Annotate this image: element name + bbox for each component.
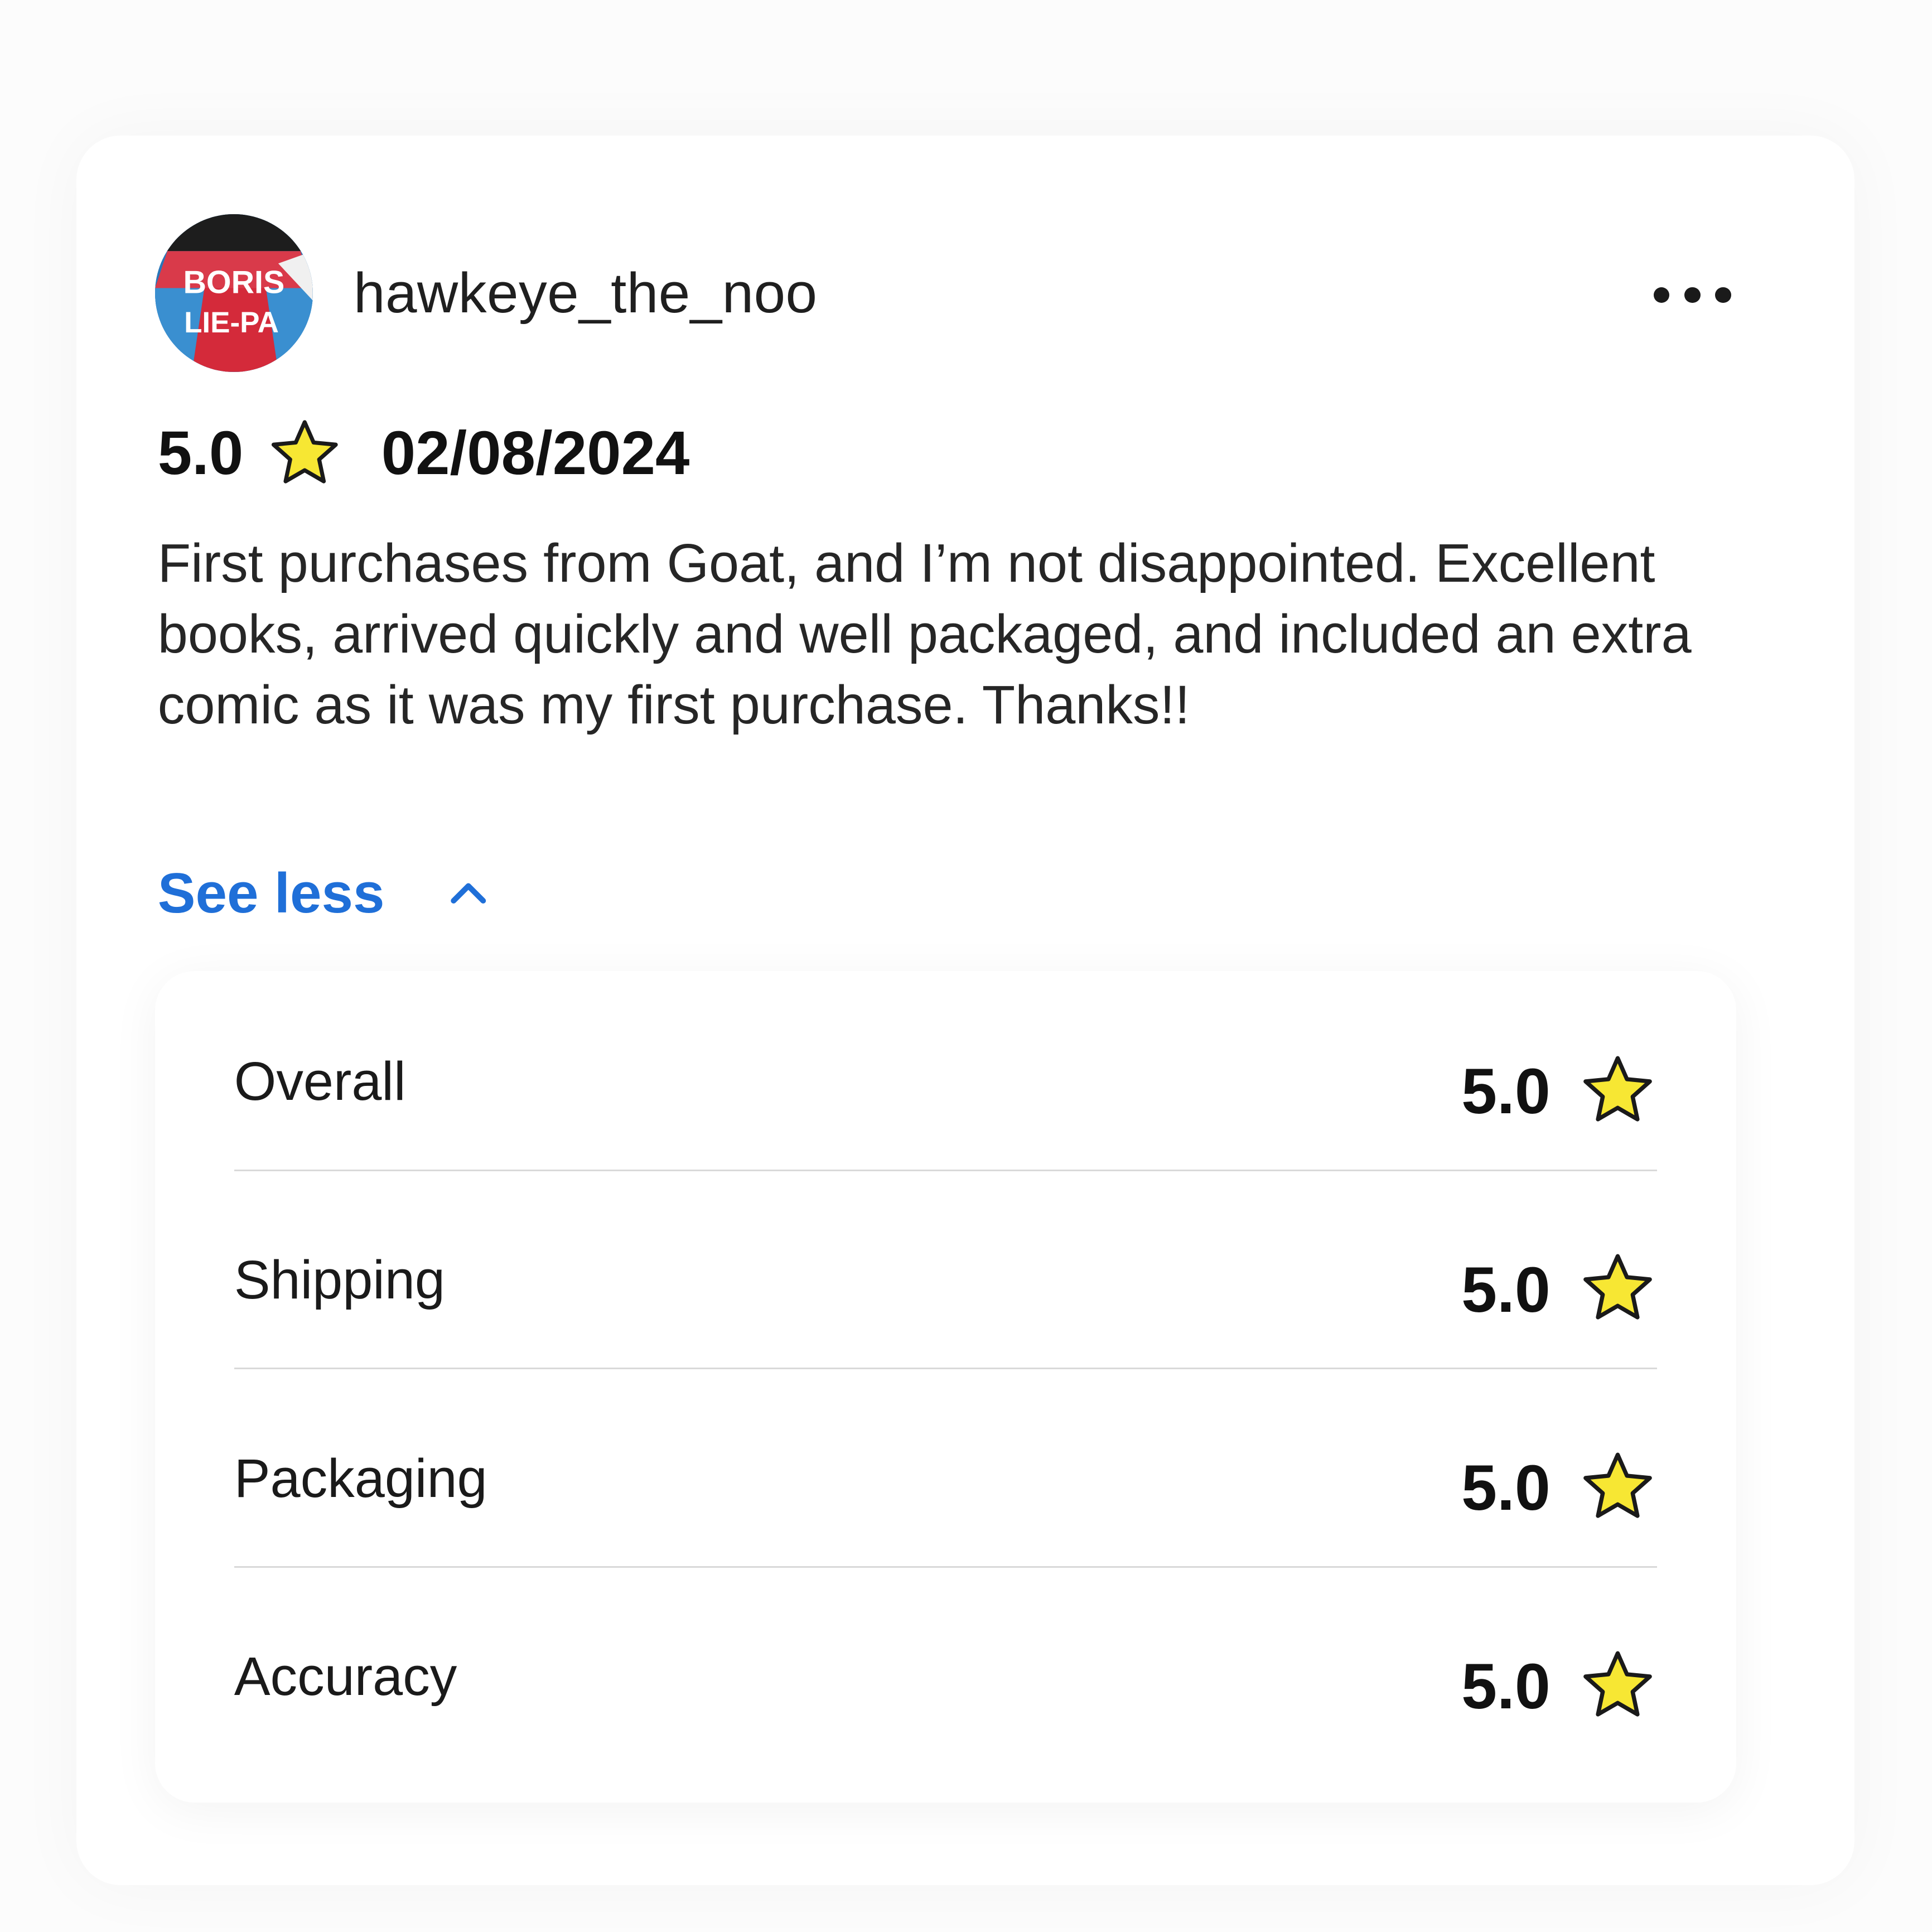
review-date: 02/08/2024 <box>381 419 690 488</box>
more-options-button[interactable] <box>1640 264 1751 325</box>
rating-label: Packaging <box>234 1447 487 1509</box>
more-horizontal-icon-dot <box>1715 287 1731 303</box>
rating-value: 5.0 <box>1461 1651 1551 1723</box>
see-less-button[interactable]: See less <box>158 850 491 936</box>
star-icon <box>1583 1254 1652 1320</box>
review-rating-value: 5.0 <box>157 419 244 488</box>
avatar-image: BORIS LIE-PA <box>155 214 313 373</box>
avatar[interactable]: BORIS LIE-PA <box>155 214 313 373</box>
star-icon <box>272 420 339 484</box>
avatar-text-line1: BORIS <box>183 265 285 301</box>
rating-row-overall: Overall 5.0 <box>234 971 1658 1171</box>
rating-row-shipping: Shipping 5.0 <box>234 1170 1658 1370</box>
star-icon <box>1583 1651 1652 1717</box>
review-header: BORIS LIE-PA hawkeye_the_noo <box>155 214 1732 374</box>
chevron-up-icon <box>451 883 486 904</box>
rating-value: 5.0 <box>1461 1254 1551 1326</box>
review-rating-line: 5.0 02/08/2024 <box>158 414 690 492</box>
review-card: BORIS LIE-PA hawkeye_the_noo 5.0 02/08/2… <box>76 136 1854 1886</box>
rating-label: Accuracy <box>234 1646 457 1707</box>
rating-value: 5.0 <box>1461 1056 1551 1128</box>
avatar-text-line2: LIE-PA <box>184 306 279 339</box>
star-icon <box>1583 1452 1652 1518</box>
rating-label: Shipping <box>234 1249 445 1310</box>
rating-row-accuracy: Accuracy 5.0 <box>234 1566 1658 1765</box>
more-horizontal-icon <box>1653 287 1670 303</box>
review-text: First purchases from Goat, and I’m not d… <box>157 532 1692 735</box>
username[interactable]: hawkeye_the_noo <box>354 256 817 330</box>
star-icon <box>1583 1056 1652 1122</box>
rating-label: Overall <box>234 1051 406 1112</box>
more-horizontal-icon-dot <box>1684 287 1701 303</box>
rating-row-packaging: Packaging 5.0 <box>234 1368 1658 1568</box>
ratings-breakdown: Overall 5.0 Shipping 5.0 Packaging 5.0 A… <box>155 970 1736 1803</box>
rating-value: 5.0 <box>1461 1452 1551 1524</box>
see-less-label: See less <box>157 861 385 925</box>
